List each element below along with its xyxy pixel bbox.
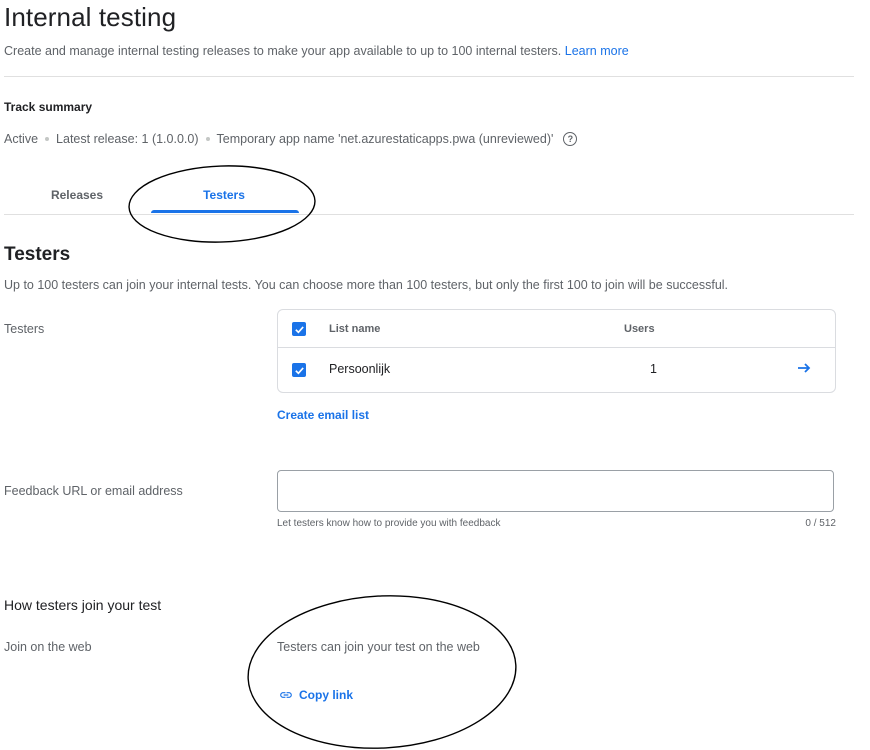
temporary-app-name: Temporary app name 'net.azurestaticapps.… <box>216 132 554 146</box>
select-all-checkbox[interactable] <box>292 322 306 336</box>
table-header: List name Users <box>278 310 835 348</box>
testers-section-description: Up to 100 testers can join your internal… <box>4 278 729 292</box>
row-checkbox[interactable] <box>292 363 306 377</box>
column-header-list-name: List name <box>329 323 381 335</box>
annotation-ellipse-join <box>247 595 517 749</box>
page-title: Internal testing <box>4 2 177 32</box>
tab-active-indicator <box>151 210 299 213</box>
latest-release: Latest release: 1 (1.0.0.0) <box>56 132 199 146</box>
header-divider <box>4 76 854 77</box>
feedback-counter: 0 / 512 <box>805 518 836 529</box>
help-circle-icon[interactable]: ? <box>563 132 578 146</box>
join-on-web-text: Testers can join your test on the web <box>277 640 480 654</box>
page-description: Create and manage internal testing relea… <box>4 44 629 58</box>
feedback-hint: Let testers know how to provide you with… <box>277 518 501 529</box>
arrow-right-icon[interactable] <box>796 360 812 381</box>
users-cell: 1 <box>650 362 657 376</box>
check-icon <box>294 366 304 374</box>
feedback-input[interactable] <box>277 470 834 512</box>
link-icon <box>280 692 292 698</box>
column-header-users: Users <box>624 323 655 335</box>
copy-link-label: Copy link <box>299 688 354 702</box>
join-on-web-label: Join on the web <box>4 640 92 654</box>
create-email-list-link[interactable]: Create email list <box>277 408 369 422</box>
separator-dot <box>45 137 50 141</box>
copy-link-button[interactable]: Copy link <box>279 688 353 702</box>
track-status: Active <box>4 132 39 146</box>
track-summary-line: Active Latest release: 1 (1.0.0.0) Tempo… <box>4 132 578 146</box>
check-icon <box>294 325 304 333</box>
tester-lists-table: List name Users Persoonlijk 1 <box>277 309 836 393</box>
tab-testers[interactable]: Testers <box>176 188 272 202</box>
tab-releases[interactable]: Releases <box>40 188 114 202</box>
feedback-label: Feedback URL or email address <box>4 484 183 498</box>
testers-label: Testers <box>4 322 45 336</box>
tabs-divider <box>4 214 854 215</box>
annotation-ellipse-tabs <box>128 165 316 243</box>
join-section-title: How testers join your test <box>4 597 162 613</box>
page-description-text: Create and manage internal testing relea… <box>4 44 562 58</box>
table-row[interactable]: Persoonlijk 1 <box>278 348 835 392</box>
learn-more-link[interactable]: Learn more <box>565 44 629 58</box>
separator-dot <box>205 137 210 141</box>
list-name-cell: Persoonlijk <box>329 362 391 376</box>
track-summary-title: Track summary <box>4 100 93 114</box>
testers-section-title: Testers <box>4 244 71 265</box>
